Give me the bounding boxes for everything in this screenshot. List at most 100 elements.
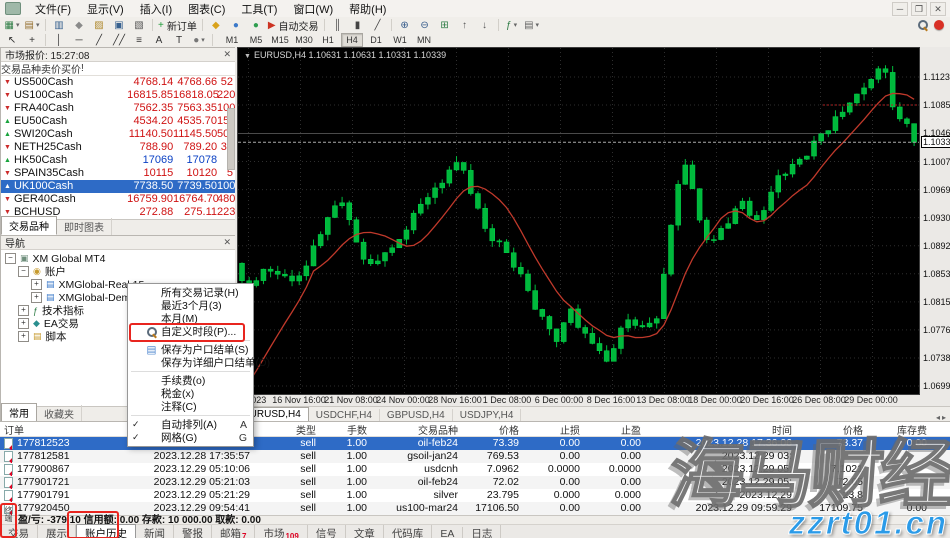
crosshair-icon[interactable]: + xyxy=(23,33,41,48)
timeframe-h1[interactable]: H1 xyxy=(317,33,339,47)
bar-chart-icon[interactable]: ║ xyxy=(329,18,347,33)
vline-icon[interactable]: │ xyxy=(50,33,68,48)
navigator-tab[interactable]: 常用 xyxy=(1,403,37,422)
chart-tab-usdjpy[interactable]: USDJPY,H4 xyxy=(453,409,522,421)
menu-item-window[interactable]: 窗口(W) xyxy=(285,0,341,18)
spr-cell: 480 xyxy=(217,193,235,206)
market-watch-icon[interactable]: ▥ xyxy=(50,18,68,33)
data-window-icon[interactable]: ◆ xyxy=(70,18,88,33)
periods-icon[interactable]: ▤▾ xyxy=(523,18,541,33)
context-menu-item-comments[interactable]: 注释(C) xyxy=(128,400,253,413)
menu-item-charts[interactable]: 图表(C) xyxy=(180,0,233,18)
arrange-desc-icon[interactable]: ↓ xyxy=(476,18,494,33)
candlestick-icon[interactable]: ▮ xyxy=(349,18,367,33)
new-order-button[interactable]: +新订单 xyxy=(157,18,198,33)
zoom-in-icon[interactable]: ⊕ xyxy=(396,18,414,33)
indicators-icon[interactable]: ƒ▾ xyxy=(503,18,521,33)
market-watch-row[interactable]: ▼US100Cash16815.8516818.05220 xyxy=(1,89,235,102)
timeframe-m15[interactable]: M15 xyxy=(269,33,291,47)
shapes-icon[interactable]: ●▾ xyxy=(190,33,208,48)
menu-item-file[interactable]: 文件(F) xyxy=(27,0,79,18)
timeframe-w1[interactable]: W1 xyxy=(389,33,411,47)
tab-label: 展示 xyxy=(46,526,67,538)
terminal-tab-journal[interactable]: 日志 xyxy=(463,525,501,538)
timeframe-m5[interactable]: M5 xyxy=(245,33,267,47)
terminal-icon[interactable]: ▣ xyxy=(110,18,128,33)
profiles-icon[interactable]: ▤▾ xyxy=(23,18,41,33)
tree-item-accounts[interactable]: −◉账户 xyxy=(1,265,235,278)
web-icon[interactable]: ● xyxy=(247,18,265,33)
tree-expander-icon[interactable]: + xyxy=(18,318,29,329)
tree-expander-icon[interactable]: + xyxy=(18,331,29,342)
new-chart-icon[interactable]: ▦▾ xyxy=(3,18,21,33)
close-icon[interactable]: ✕ xyxy=(930,2,946,16)
terminal-tab-alerts[interactable]: 警报 xyxy=(174,525,212,538)
market-watch-row[interactable]: ▼FRA40Cash7562.357563.35100 xyxy=(1,102,235,115)
chart-tab-usdchf[interactable]: USDCHF,H4 xyxy=(309,409,380,421)
market-watch-scrollbar[interactable] xyxy=(227,108,235,170)
community-icon[interactable]: ● xyxy=(227,18,245,33)
navigator-tab[interactable]: 收藏夹 xyxy=(37,405,82,422)
hline-icon[interactable]: ─ xyxy=(70,33,88,48)
context-menu-item-grid[interactable]: ✓网格(G)G xyxy=(128,431,253,444)
terminal-tab-experts[interactable]: EA xyxy=(432,527,463,538)
timeframe-m1[interactable]: M1 xyxy=(221,33,243,47)
market-watch-row[interactable]: ▲UK100Cash7738.507739.50100 xyxy=(1,180,235,193)
terminal-tab-market[interactable]: 市场109 xyxy=(255,525,307,538)
autotrading-button[interactable]: ▶自动交易 xyxy=(267,18,320,33)
timeframe-h4[interactable]: H4 xyxy=(341,33,363,47)
terminal-tab-mailbox[interactable]: 邮箱7 xyxy=(212,525,255,538)
zoom-out-icon[interactable]: ⊖ xyxy=(416,18,434,33)
text-icon[interactable]: A xyxy=(150,33,168,48)
chart-tabs: EURUSD,H4USDCHF,H4GBPUSD,H4USDJPY,H4◂▸ xyxy=(235,406,950,421)
market-watch-tab[interactable]: 即时图表 xyxy=(57,218,112,235)
chart-plot[interactable]: ▼EURUSD,H4 1.10631 1.10631 1.10331 1.103… xyxy=(237,47,920,395)
notification-icon[interactable] xyxy=(934,20,944,30)
tree-expander-icon[interactable]: + xyxy=(31,279,42,290)
close-icon[interactable]: ✕ xyxy=(223,237,231,248)
tree-expander-icon[interactable]: − xyxy=(18,266,29,277)
fibonacci-icon[interactable]: ≡ xyxy=(130,33,148,48)
market-watch-row[interactable]: ▲SWI20Cash11140.5011145.50500 xyxy=(1,128,235,141)
timeframe-d1[interactable]: D1 xyxy=(365,33,387,47)
scroll-right-icon[interactable]: ▸ xyxy=(942,413,946,421)
label-icon[interactable]: T xyxy=(170,33,188,48)
metaeditor-icon[interactable]: ◆ xyxy=(207,18,225,33)
tree-item-server[interactable]: −▣XM Global MT4 xyxy=(1,252,235,265)
market-watch-row[interactable]: ▼SPAIN35Cash10115101205 xyxy=(1,167,235,180)
minimize-icon[interactable]: ─ xyxy=(892,2,908,16)
close-icon[interactable]: ✕ xyxy=(223,49,231,60)
chart-tab-gbpusd[interactable]: GBPUSD,H4 xyxy=(380,409,453,421)
line-chart-icon[interactable]: ╱ xyxy=(369,18,387,33)
market-watch-row[interactable]: ▲EU50Cash4534.204535.70150 xyxy=(1,115,235,128)
tree-expander-icon[interactable]: + xyxy=(31,292,42,303)
market-watch-row[interactable]: ▼BCHUSD272.88275.11223 xyxy=(1,206,235,219)
cursor-icon[interactable]: ↖ xyxy=(3,33,21,48)
scroll-left-icon[interactable]: ◂ xyxy=(936,413,940,421)
restore-icon[interactable]: ❐ xyxy=(911,2,927,16)
trendline-icon[interactable]: ╱ xyxy=(90,33,108,48)
market-watch-row[interactable]: ▼GER40Cash16759.9016764.70480 xyxy=(1,193,235,206)
arrange-asc-icon[interactable]: ↑ xyxy=(456,18,474,33)
tile-windows-icon[interactable]: ⊞ xyxy=(436,18,454,33)
channel-icon[interactable]: ╱╱ xyxy=(110,33,128,48)
tree-expander-icon[interactable]: + xyxy=(18,305,29,316)
market-watch-row[interactable]: ▲HK50Cash17069170789 xyxy=(1,154,235,167)
timeframe-mn[interactable]: MN xyxy=(413,33,435,47)
timeframe-m30[interactable]: M30 xyxy=(293,33,315,47)
context-menu-item-save-detailed-report[interactable]: 保存为详细户口结单(D) xyxy=(128,356,253,369)
market-watch-row[interactable]: ▼US500Cash4768.144768.6652 xyxy=(1,76,235,89)
terminal-tab-code-base[interactable]: 代码库 xyxy=(384,525,433,538)
menu-item-insert[interactable]: 插入(I) xyxy=(132,0,180,18)
market-watch-row[interactable]: ▼NETH25Cash788.90789.2030 xyxy=(1,141,235,154)
menu-item-help[interactable]: 帮助(H) xyxy=(341,0,394,18)
terminal-tab-articles[interactable]: 文章 xyxy=(346,525,384,538)
terminal-tab-news[interactable]: 新闻 xyxy=(136,525,174,538)
search-icon[interactable] xyxy=(918,20,928,30)
strategy-tester-icon[interactable]: ▧ xyxy=(130,18,148,33)
tree-expander-icon[interactable]: − xyxy=(5,253,16,264)
menu-item-tools[interactable]: 工具(T) xyxy=(233,0,285,18)
navigator-icon[interactable]: ▨ xyxy=(90,18,108,33)
terminal-tab-signals[interactable]: 信号 xyxy=(308,525,346,538)
menu-item-view[interactable]: 显示(V) xyxy=(79,0,132,18)
